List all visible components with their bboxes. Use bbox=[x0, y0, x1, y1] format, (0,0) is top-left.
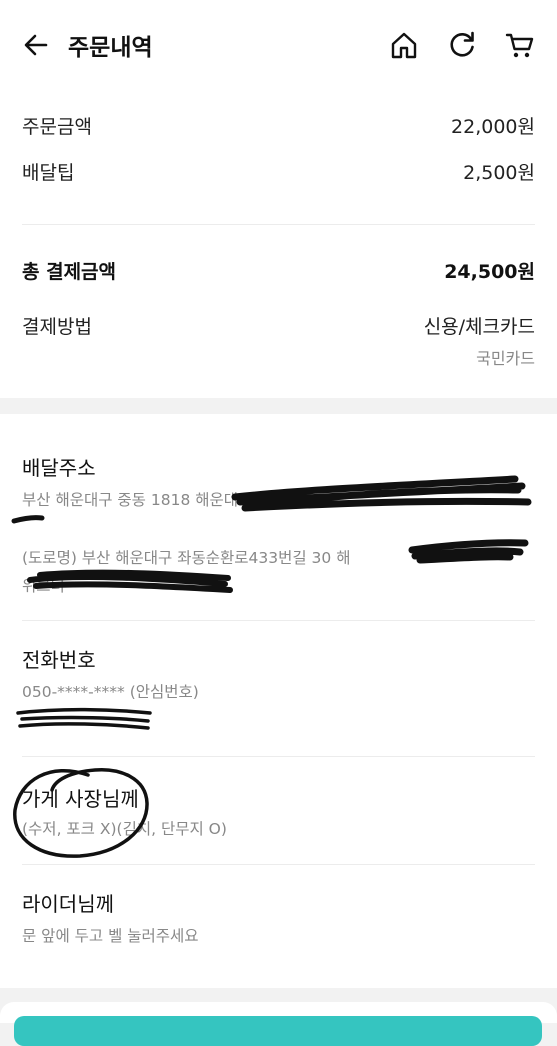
rider-request-text: 문 앞에 두고 벨 눌러주세요 bbox=[22, 927, 199, 945]
payment-method-value: 신용/체크카드 bbox=[423, 316, 535, 338]
payment-summary: 주문금액 22,000원 배달팁 2,500원 총 결제금액 24,500원 결… bbox=[0, 92, 557, 398]
order-amount-value: 22,000원 bbox=[451, 116, 535, 138]
page-title: 주문내역 bbox=[68, 35, 153, 61]
refresh-icon bbox=[450, 31, 474, 57]
payment-method-row: 결제방법 신용/체크카드 bbox=[22, 312, 535, 342]
card-name: 국민카드 bbox=[476, 349, 535, 368]
divider bbox=[22, 864, 535, 865]
phone-safe-number: 050-****-**** (안심번호) bbox=[22, 683, 199, 701]
action-button[interactable] bbox=[14, 1016, 542, 1046]
total-label: 총 결제금액 bbox=[22, 261, 117, 283]
delivery-info: 배달주소 부산 해운대구 중동 1818 해운대 (도로명) 부산 해운대구 좌… bbox=[0, 414, 557, 988]
home-button[interactable] bbox=[389, 30, 419, 60]
order-amount-row: 주문금액 22,000원 bbox=[22, 112, 535, 142]
address-title: 배달주소 bbox=[22, 456, 96, 480]
rider-request-title: 라이더님께 bbox=[22, 892, 114, 916]
delivery-tip-value: 2,500원 bbox=[463, 162, 535, 184]
order-amount-label: 주문금액 bbox=[22, 116, 92, 138]
back-arrow-icon bbox=[24, 34, 48, 56]
delivery-tip-row: 배달팁 2,500원 bbox=[22, 158, 535, 188]
payment-method-label: 결제방법 bbox=[22, 316, 92, 338]
home-icon bbox=[391, 32, 417, 59]
address-line-2: (도로명) 부산 해운대구 좌동순환로433번길 30 해 bbox=[22, 549, 351, 567]
refresh-button[interactable] bbox=[447, 30, 477, 60]
address-line-3: 위브더 bbox=[22, 577, 65, 595]
store-request-text: (수저, 포크 X)(김치, 단무지 O) bbox=[22, 820, 227, 838]
cart-button[interactable] bbox=[505, 30, 535, 60]
top-app-bar: 주문내역 bbox=[0, 0, 557, 92]
store-request-title: 가게 사장님께 bbox=[22, 787, 139, 811]
cart-icon bbox=[505, 33, 534, 58]
address-line-1: 부산 해운대구 중동 1818 해운대 bbox=[22, 491, 239, 509]
delivery-tip-label: 배달팁 bbox=[22, 162, 75, 184]
divider bbox=[22, 756, 535, 757]
back-button[interactable] bbox=[22, 31, 50, 59]
total-row: 총 결제금액 24,500원 bbox=[22, 257, 535, 287]
divider bbox=[22, 620, 535, 621]
total-value: 24,500원 bbox=[444, 261, 535, 283]
divider bbox=[22, 224, 535, 225]
phone-title: 전화번호 bbox=[22, 648, 96, 672]
